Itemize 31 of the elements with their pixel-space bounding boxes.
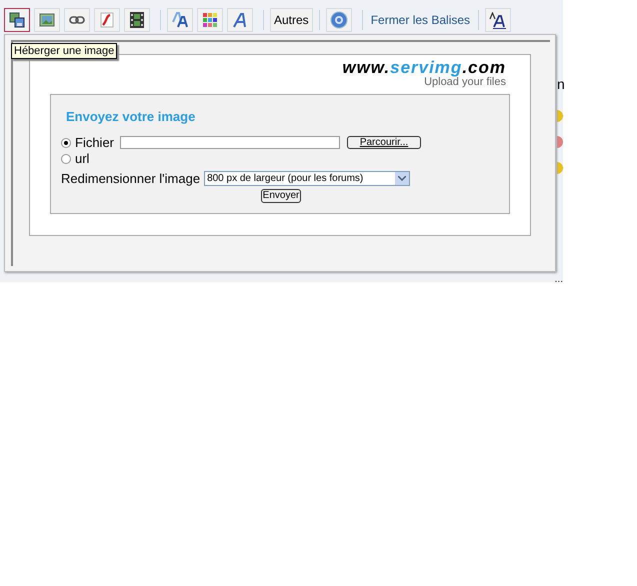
help-icon xyxy=(330,11,348,29)
resize-label: Redimensionner l'image xyxy=(61,170,200,188)
logo-tagline: Upload your files xyxy=(424,76,506,88)
font-icon xyxy=(171,12,189,28)
radio-label: Fichier xyxy=(75,134,114,152)
form-title: Envoyez votre image xyxy=(66,108,196,126)
tab-label: n xyxy=(557,76,563,92)
film-icon xyxy=(130,12,144,28)
submit-button[interactable]: Envoyer xyxy=(260,189,302,203)
radio-button[interactable] xyxy=(61,138,71,148)
smiley-icon xyxy=(557,136,563,148)
image-upload-icon xyxy=(9,12,25,28)
radio-label: url xyxy=(75,150,90,168)
resize-select[interactable]: 800 px de largeur (pour les forums) xyxy=(204,170,410,186)
smiley-icon xyxy=(557,110,563,122)
others-button[interactable]: Autres xyxy=(270,8,313,32)
font-size-icon xyxy=(489,12,508,28)
picture-icon xyxy=(39,12,55,28)
ellipsis-text: ... xyxy=(554,276,563,284)
color-grid-icon xyxy=(202,12,218,28)
flash-icon xyxy=(99,12,115,28)
tooltip: Héberger une image xyxy=(11,43,118,59)
toolbar-button[interactable] xyxy=(4,8,30,32)
site-logo: www.servimg.com xyxy=(342,59,506,76)
italic-font-icon xyxy=(233,12,247,28)
file-field[interactable] xyxy=(120,136,340,149)
chain-link-icon xyxy=(69,15,85,25)
browse-button[interactable]: Parcourir... xyxy=(347,136,422,149)
radio-button[interactable] xyxy=(61,154,71,164)
smiley-icon xyxy=(557,162,563,174)
close-tags-link[interactable]: Fermer les Balises xyxy=(368,11,472,29)
